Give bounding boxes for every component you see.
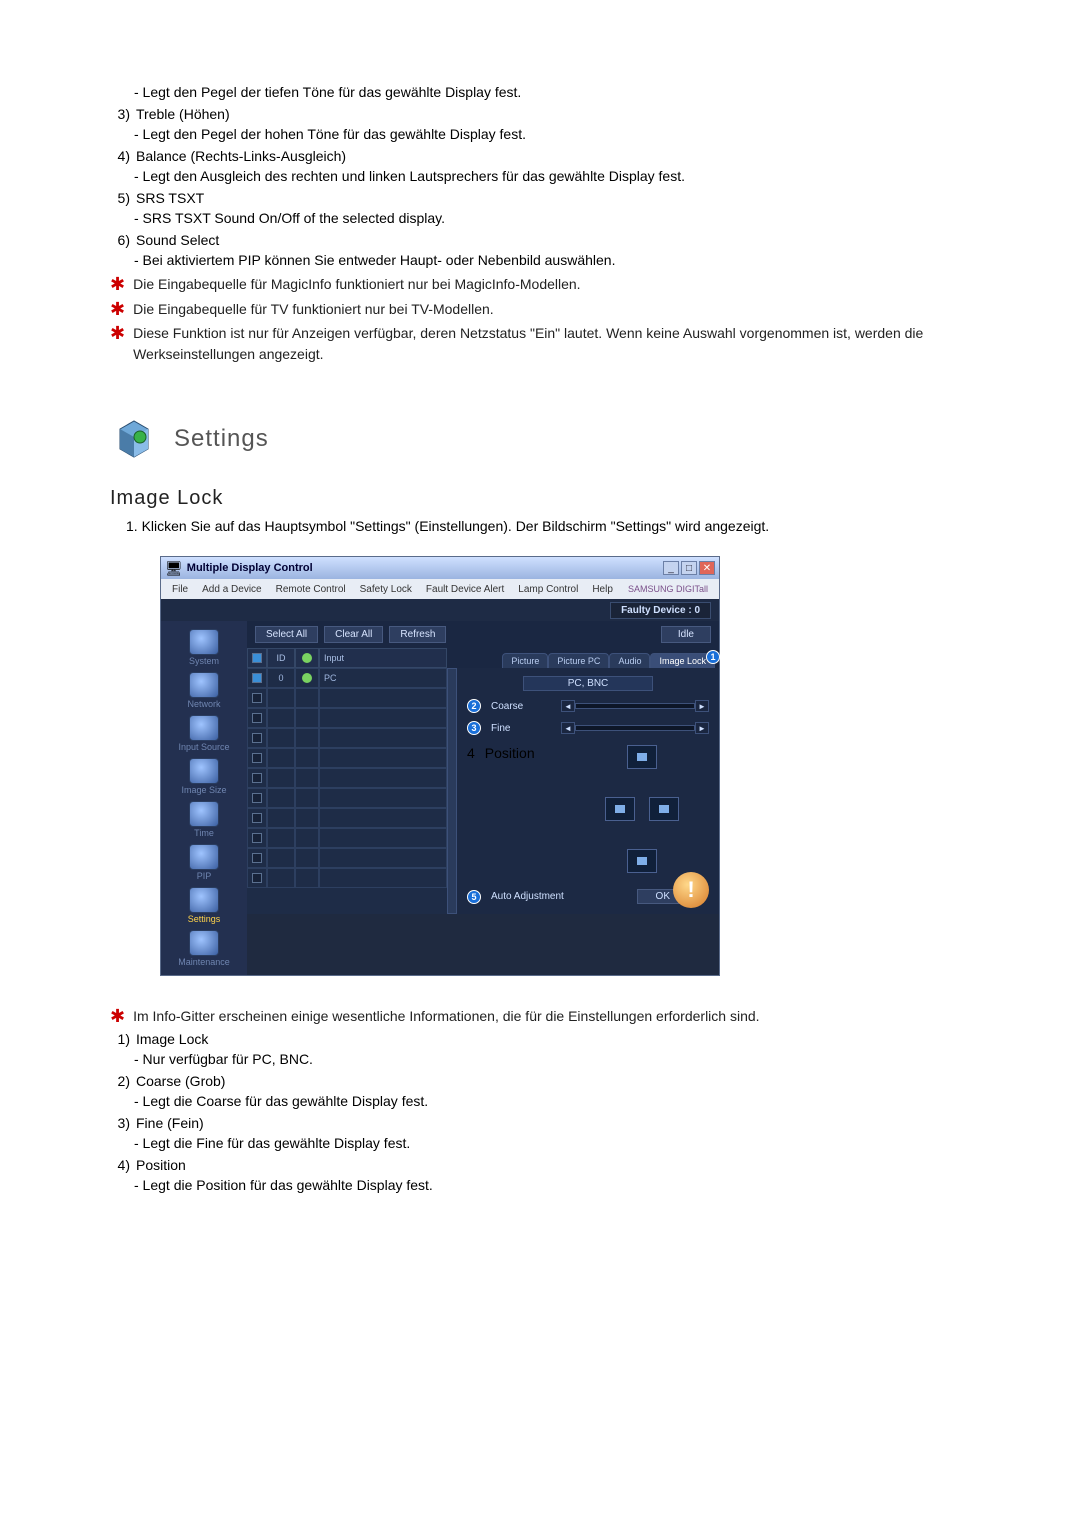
sidebar-item-input-source[interactable]: Input Source bbox=[169, 713, 239, 754]
auto-adjust-label: Auto Adjustment bbox=[491, 891, 564, 902]
fine-dec-button[interactable]: ◄ bbox=[561, 722, 575, 734]
star-icon: ✱ bbox=[110, 323, 125, 345]
callout-2-icon: 2 bbox=[467, 699, 481, 713]
status-dot-icon bbox=[302, 673, 312, 683]
sidebar-item-pip[interactable]: PIP bbox=[169, 842, 239, 883]
callout-3-icon: 3 bbox=[467, 721, 481, 735]
menubar: File Add a Device Remote Control Safety … bbox=[161, 579, 719, 599]
position-left-button[interactable] bbox=[605, 797, 635, 821]
position-down-button[interactable] bbox=[627, 849, 657, 873]
coarse-slider[interactable] bbox=[575, 703, 695, 709]
faulty-device-badge: Faulty Device : 0 bbox=[610, 602, 711, 619]
tab-picture[interactable]: Picture bbox=[502, 653, 548, 668]
sidebar-item-system[interactable]: System bbox=[169, 627, 239, 668]
menu-lamp[interactable]: Lamp Control bbox=[513, 583, 583, 596]
tab-audio[interactable]: Audio bbox=[609, 653, 650, 668]
fine-slider[interactable] bbox=[575, 725, 695, 731]
scrollbar[interactable] bbox=[447, 668, 457, 914]
lower-list: 1)Image Lock - Nur verfügbar für PC, BNC… bbox=[110, 1031, 1010, 1196]
note-info-grid: ✱Im Info-Gitter erscheinen einige wesent… bbox=[110, 1006, 1010, 1028]
menu-add-device[interactable]: Add a Device bbox=[197, 583, 266, 596]
intro-text: 1. Klicken Sie auf das Hauptsymbol "Sett… bbox=[126, 518, 1010, 534]
sidebar-item-network[interactable]: Network bbox=[169, 670, 239, 711]
close-button[interactable]: ✕ bbox=[699, 561, 715, 575]
position-right-button[interactable] bbox=[649, 797, 679, 821]
refresh-button[interactable]: Refresh bbox=[389, 626, 446, 643]
star-icon: ✱ bbox=[110, 1006, 125, 1028]
callout-4-icon: 4 bbox=[467, 745, 475, 761]
position-up-button[interactable] bbox=[627, 745, 657, 769]
star-icon: ✱ bbox=[110, 299, 125, 321]
tab-picture-pc[interactable]: Picture PC bbox=[548, 653, 609, 668]
menu-safety-lock[interactable]: Safety Lock bbox=[355, 583, 417, 596]
menu-file[interactable]: File bbox=[167, 583, 193, 596]
menu-help[interactable]: Help bbox=[587, 583, 618, 596]
sidebar-item-image-size[interactable]: Image Size bbox=[169, 756, 239, 797]
panel-mode-badge: PC, BNC bbox=[523, 676, 653, 691]
sidebar-item-maintenance[interactable]: Maintenance bbox=[169, 928, 239, 969]
menu-fault-alert[interactable]: Fault Device Alert bbox=[421, 583, 509, 596]
tab-image-lock[interactable]: Image Lock1 bbox=[650, 653, 715, 668]
minimize-button[interactable]: _ bbox=[663, 561, 679, 575]
titlebar: 🖥 Multiple Display Control _ □ ✕ bbox=[161, 557, 719, 579]
fine-inc-button[interactable]: ► bbox=[695, 722, 709, 734]
clear-all-button[interactable]: Clear All bbox=[324, 626, 383, 643]
grid-header-check[interactable] bbox=[247, 648, 267, 668]
note-magicinfo: ✱Die Eingabequelle für MagicInfo funktio… bbox=[110, 274, 1010, 296]
note-netstatus: ✱Diese Funktion ist nur für Anzeigen ver… bbox=[110, 323, 1010, 365]
image-lock-panel: PC, BNC 2 Coarse ◄ ► 3 Fine ◄ ► 4 bbox=[457, 668, 719, 914]
grid-header-id: ID bbox=[267, 648, 295, 668]
coarse-inc-button[interactable]: ► bbox=[695, 700, 709, 712]
status-idle: Idle bbox=[661, 626, 711, 643]
table-row[interactable]: 0 PC bbox=[247, 668, 447, 688]
bass-desc: - Legt den Pegel der tiefen Töne für das… bbox=[134, 82, 1010, 103]
sidebar: System Network Input Source Image Size T… bbox=[161, 621, 247, 975]
sidebar-item-time[interactable]: Time bbox=[169, 799, 239, 840]
subhead-image-lock: Image Lock bbox=[110, 487, 1010, 510]
brand-label: SAMSUNG DIGITall bbox=[623, 583, 713, 595]
coarse-label: Coarse bbox=[491, 701, 551, 712]
note-tv: ✱Die Eingabequelle für TV funktioniert n… bbox=[110, 299, 1010, 321]
alert-disk-icon: ! bbox=[673, 872, 709, 908]
upper-list: 3)Treble (Höhen) - Legt den Pegel der ho… bbox=[110, 106, 1010, 271]
app-window: 🖥 Multiple Display Control _ □ ✕ File Ad… bbox=[160, 556, 720, 976]
fine-label: Fine bbox=[491, 723, 551, 734]
row-checkbox[interactable] bbox=[252, 673, 262, 683]
star-icon: ✱ bbox=[110, 274, 125, 296]
section-title: Settings bbox=[174, 425, 269, 453]
select-all-button[interactable]: Select All bbox=[255, 626, 318, 643]
position-label: Position bbox=[485, 745, 535, 761]
grid-header-input: Input bbox=[319, 648, 447, 668]
app-icon: 🖥 bbox=[165, 560, 183, 577]
maximize-button[interactable]: □ bbox=[681, 561, 697, 575]
grid-header-status bbox=[295, 648, 319, 668]
callout-1-icon: 1 bbox=[706, 650, 720, 664]
device-grid: 0 PC bbox=[247, 668, 447, 914]
callout-5-icon: 5 bbox=[467, 890, 481, 904]
window-title: Multiple Display Control bbox=[187, 562, 313, 574]
sidebar-item-settings[interactable]: Settings bbox=[169, 885, 239, 926]
settings-cube-icon bbox=[110, 415, 158, 463]
coarse-dec-button[interactable]: ◄ bbox=[561, 700, 575, 712]
menu-remote[interactable]: Remote Control bbox=[271, 583, 351, 596]
